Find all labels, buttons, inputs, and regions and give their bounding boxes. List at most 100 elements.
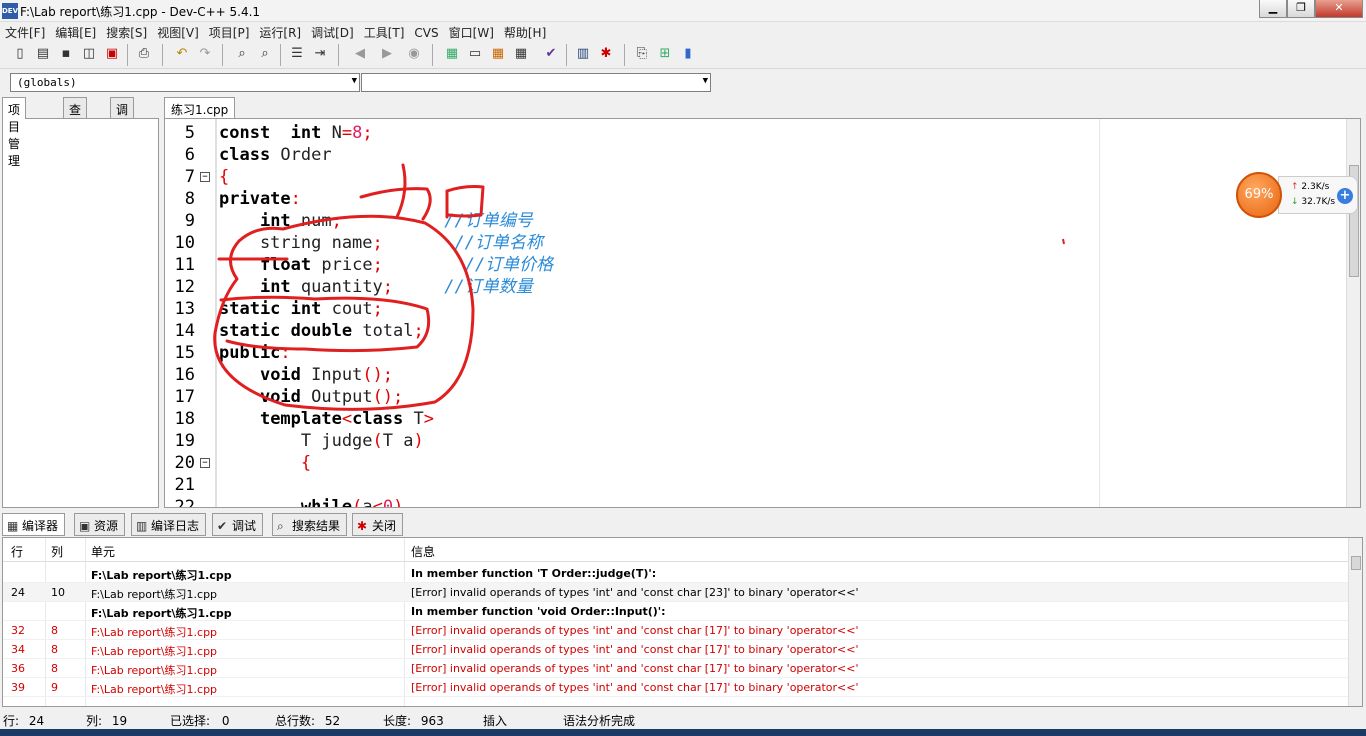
back-icon[interactable]: ◀	[350, 44, 370, 64]
status-total-label: 总行数:	[275, 714, 316, 728]
windows-taskbar[interactable]	[0, 729, 1366, 736]
check-icon: ✔	[217, 519, 228, 533]
scrollbar-thumb[interactable]	[1351, 556, 1361, 570]
message-row[interactable]: F:\Lab report\练习1.cpp In member function …	[3, 602, 1349, 621]
fold-collapse-icon[interactable]: −	[200, 458, 210, 468]
unindent-icon[interactable]: ⇥	[310, 44, 330, 64]
tab-debug-output[interactable]: ✔ 调试	[212, 513, 264, 536]
new-file-icon[interactable]: ▯	[10, 44, 30, 64]
tab-close[interactable]: ✱ 关闭	[352, 513, 404, 536]
line-number: 7	[184, 167, 195, 187]
message-row[interactable]: F:\Lab report\练习1.cpp In member function …	[3, 564, 1349, 583]
undo-icon[interactable]: ↶	[172, 44, 192, 64]
close-file-icon[interactable]: ▣	[102, 44, 122, 64]
line-number: 12	[174, 277, 195, 297]
editor-tab-file[interactable]: 练习1.cpp	[164, 97, 236, 119]
chevron-down-icon: ▼	[351, 76, 357, 86]
tab-compile-log[interactable]: ▥ 编译日志	[131, 513, 207, 536]
header-col[interactable]: 列	[51, 543, 63, 560]
menu-view[interactable]: 视图[V]	[152, 22, 204, 41]
line-number: 14	[174, 321, 195, 341]
close-button[interactable]: ✕	[1315, 0, 1363, 18]
menu-project[interactable]: 项目[P]	[204, 22, 255, 41]
header-message[interactable]: 信息	[411, 543, 435, 560]
member-select[interactable]: ▼	[361, 73, 711, 92]
line-number: 6	[184, 145, 195, 165]
memory-usage-ball[interactable]: 69%	[1236, 172, 1282, 218]
rebuild-icon[interactable]: ▦	[511, 44, 531, 64]
add-file-icon[interactable]: ⊞	[655, 44, 675, 64]
tab-label: 编译日志	[151, 519, 200, 533]
message-row[interactable]: 24 10 F:\Lab report\练习1.cpp [Error] invalid…	[3, 583, 1349, 602]
scope-select[interactable]: (globals) ▼	[10, 73, 360, 92]
menu-tools[interactable]: 工具[T]	[359, 22, 410, 41]
tab-search-results[interactable]: ⌕ 搜索结果	[272, 513, 348, 536]
menu-help[interactable]: 帮助[H]	[499, 22, 551, 41]
chart-icon[interactable]: ▥	[573, 44, 593, 64]
header-line[interactable]: 行	[11, 543, 23, 560]
menu-edit[interactable]: 编辑[E]	[50, 22, 101, 41]
message-row[interactable]: 34 8 F:\Lab report\练习1.cpp [Error] invalid …	[3, 640, 1349, 659]
print-icon[interactable]: ⎙	[134, 44, 154, 64]
code-line: 7−{	[165, 166, 1345, 188]
code-line: 11 float price; //订单价格	[165, 254, 1345, 276]
code-line: 19 T judge(T a)	[165, 430, 1345, 452]
fold-collapse-icon[interactable]: −	[200, 172, 210, 182]
menu-debug[interactable]: 调试[D]	[306, 22, 359, 41]
status-insert-mode: 插入	[483, 714, 508, 728]
save-icon[interactable]: ▪	[56, 44, 76, 64]
replace-icon[interactable]: ⌕	[255, 44, 275, 64]
compile-run-icon[interactable]: ▦	[488, 44, 508, 64]
menu-file[interactable]: 文件[F]	[0, 22, 50, 41]
new-project-icon[interactable]: ⎘	[632, 44, 652, 64]
menu-window[interactable]: 窗口[W]	[444, 22, 499, 41]
code-editor[interactable]: 5 const int N=8; 6 class Order 7−{ 8 privat…	[164, 118, 1361, 508]
menu-cvs[interactable]: CVS	[409, 24, 443, 40]
message-row[interactable]: 39 9 F:\Lab report\练习1.cpp [Error] invalid …	[3, 678, 1349, 697]
maximize-button[interactable]: ❐	[1287, 0, 1315, 18]
add-icon[interactable]: +	[1337, 188, 1353, 204]
tab-compiler[interactable]: ▦ 编译器	[2, 513, 66, 536]
debug-icon[interactable]: ✱	[596, 44, 616, 64]
open-icon[interactable]: ▤	[33, 44, 53, 64]
redo-icon[interactable]: ↷	[195, 44, 215, 64]
run-icon[interactable]: ▭	[465, 44, 485, 64]
header-unit[interactable]: 单元	[91, 543, 115, 560]
message-row[interactable]: 36 8 F:\Lab report\练习1.cpp [Error] invalid …	[3, 659, 1349, 678]
minimize-button[interactable]: ▁	[1259, 0, 1287, 18]
status-row-label: 行:	[3, 714, 20, 728]
messages-scrollbar[interactable]	[1348, 538, 1362, 706]
compiler-messages[interactable]: 行 列 单元 信息 F:\Lab report\练习1.cpp In member…	[2, 537, 1363, 707]
save-all-icon[interactable]: ◫	[79, 44, 99, 64]
toolbar-separator	[338, 44, 339, 66]
menu-run[interactable]: 运行[R]	[254, 22, 306, 41]
code-line: 16 void Input();	[165, 364, 1345, 386]
network-speed-widget[interactable]: ↑ 2.3K/s ↓ 32.7K/s + 69%	[1234, 170, 1360, 218]
remove-file-icon[interactable]: ▮	[678, 44, 698, 64]
status-col-label: 列:	[86, 714, 103, 728]
messages-header: 行 列 单元 信息	[3, 538, 1349, 562]
indent-icon[interactable]: ☰	[287, 44, 307, 64]
tab-resources[interactable]: ▣ 资源	[74, 513, 126, 536]
line-number: 9	[184, 211, 195, 231]
menu-search[interactable]: 搜索[S]	[101, 22, 152, 41]
status-bar: 行: 24 列: 19 已选择: 0 总行数: 52 长度: 963 插入 语法…	[0, 709, 1366, 729]
toolbar-separator	[162, 44, 163, 66]
forward-icon[interactable]: ▶	[377, 44, 397, 64]
upload-speed: 2.3K/s	[1301, 182, 1330, 192]
status-selected: 0	[221, 714, 230, 728]
line-number: 21	[174, 475, 195, 495]
close-icon: ✱	[357, 519, 368, 533]
code-line: 14 static double total;	[165, 320, 1345, 342]
line-number: 16	[174, 365, 195, 385]
bookmark-icon[interactable]: ◉	[404, 44, 424, 64]
tab-class-browser[interactable]: 查看类	[63, 97, 88, 151]
tab-project-manager[interactable]: 项目管理	[2, 97, 27, 168]
find-icon[interactable]: ⌕	[232, 44, 252, 64]
tab-debug[interactable]: 调试	[110, 97, 135, 134]
message-row[interactable]: 32 8 F:\Lab report\练习1.cpp [Error] invalid …	[3, 621, 1349, 640]
scope-value: (globals)	[17, 76, 77, 89]
check-icon[interactable]: ✔	[541, 44, 561, 64]
project-panel[interactable]	[2, 118, 159, 508]
compile-icon[interactable]: ▦	[442, 44, 462, 64]
